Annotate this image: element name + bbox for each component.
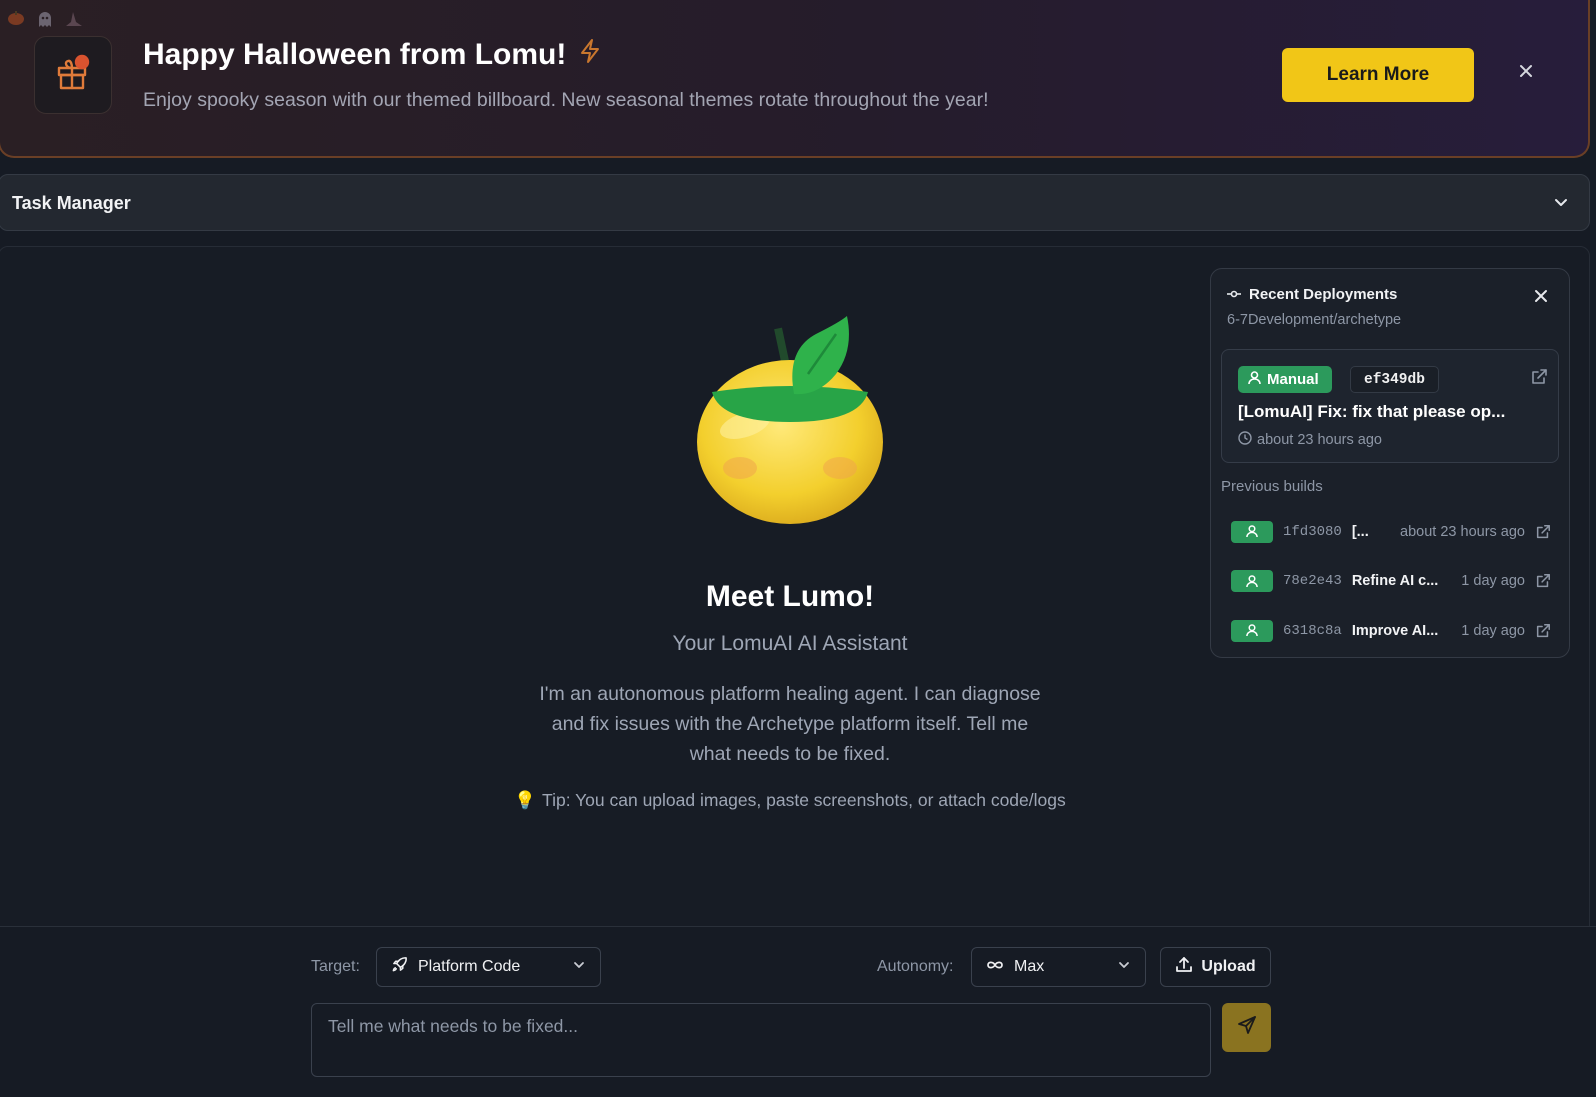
previous-build-row[interactable]: 6318c8a Improve AI... 1 day ago [1231,606,1551,656]
pumpkin-icon [6,10,26,26]
autonomy-label: Autonomy: [877,958,954,975]
task-manager-bar[interactable]: Task Manager [0,174,1590,231]
ghost-icon [35,10,55,27]
learn-more-button[interactable]: Learn More [1282,48,1474,102]
infinity-icon [986,958,1004,976]
autonomy-select[interactable]: Max [971,947,1146,987]
deployment-time-text: about 23 hours ago [1257,432,1382,448]
external-link-icon[interactable] [1535,573,1551,589]
deployments-repo: 6-7Development/archetype [1227,312,1402,328]
build-message: [... [1351,523,1369,540]
external-link-icon[interactable] [1535,623,1551,639]
banner-title-text: Happy Halloween from Lomu! [143,38,567,71]
build-hash: 6318c8a [1283,622,1342,639]
previous-builds-label: Previous builds [1221,478,1323,495]
task-manager-title: Task Manager [12,193,131,213]
build-message: Refine AI c... [1351,573,1439,590]
autonomy-value: Max [1014,958,1045,975]
current-deployment-card[interactable]: Manual ef349db [LomuAI] Fix: fix that pl… [1221,349,1559,463]
previous-build-row[interactable]: 78e2e43 Refine AI c... 1 day ago [1231,557,1551,607]
manual-badge: Manual [1238,366,1332,393]
clock-icon [1238,431,1252,449]
previous-builds-list: 1fd3080 [... about 23 hours ago 78e2e43 … [1231,507,1551,656]
banner-close-button[interactable] [1515,62,1537,84]
manual-user-badge [1231,619,1273,642]
hero-tip-text: Tip: You can upload images, paste screen… [542,790,1066,810]
hero-tip: 💡 Tip: You can upload images, paste scree… [0,790,1580,811]
send-icon [1237,1015,1257,1040]
gift-icon-box [34,36,112,114]
manual-user-badge [1231,520,1273,543]
user-icon [1248,370,1261,389]
recent-deployments-panel: Recent Deployments 6-7Development/archet… [1210,268,1570,658]
deployments-close-button[interactable] [1531,286,1551,306]
halloween-banner: Happy Halloween from Lomu! Enjoy spooky … [0,0,1590,158]
upload-button[interactable]: Upload [1160,947,1271,987]
hero-description: I'm an autonomous platform healing agent… [539,683,1041,765]
close-icon [1518,63,1534,84]
git-commit-icon [1227,286,1241,303]
deployment-time: about 23 hours ago [1238,431,1382,449]
target-select[interactable]: Platform Code [376,947,601,987]
previous-build-row[interactable]: 1fd3080 [... about 23 hours ago [1231,507,1551,557]
build-hash: 78e2e43 [1283,573,1342,590]
message-input[interactable] [311,1003,1211,1077]
manual-user-badge [1231,570,1273,593]
lightning-icon [578,38,602,72]
target-value: Platform Code [418,958,521,975]
build-hash: 1fd3080 [1283,523,1342,540]
upload-label: Upload [1201,958,1256,975]
lightbulb-icon: 💡 [514,790,537,810]
deployment-message: [LomuAI] Fix: fix that please op... [1238,402,1506,421]
rocket-icon [391,956,408,978]
banner-title: Happy Halloween from Lomu! [143,38,602,72]
lumo-mascot-image [690,310,890,535]
build-time: 1 day ago [1461,622,1525,639]
banner-subtitle: Enjoy spooky season with our themed bill… [143,89,989,111]
build-time: about 23 hours ago [1400,523,1525,540]
external-link-icon[interactable] [1535,524,1551,540]
commit-hash: ef349db [1350,366,1439,393]
chevron-down-icon [572,958,586,977]
chevron-down-icon[interactable] [1550,192,1572,214]
halloween-decorations [6,10,84,27]
build-time: 1 day ago [1461,573,1525,590]
deployments-header: Recent Deployments [1227,286,1397,303]
send-button[interactable] [1222,1003,1271,1052]
upload-icon [1175,956,1193,979]
build-message: Improve AI... [1351,622,1439,639]
external-link-icon[interactable] [1530,368,1548,386]
witch-hat-icon [64,10,84,26]
manual-badge-label: Manual [1267,371,1319,388]
target-label: Target: [311,958,360,975]
chevron-down-icon [1117,958,1131,977]
deployments-title: Recent Deployments [1249,286,1398,303]
gift-icon [53,53,93,98]
